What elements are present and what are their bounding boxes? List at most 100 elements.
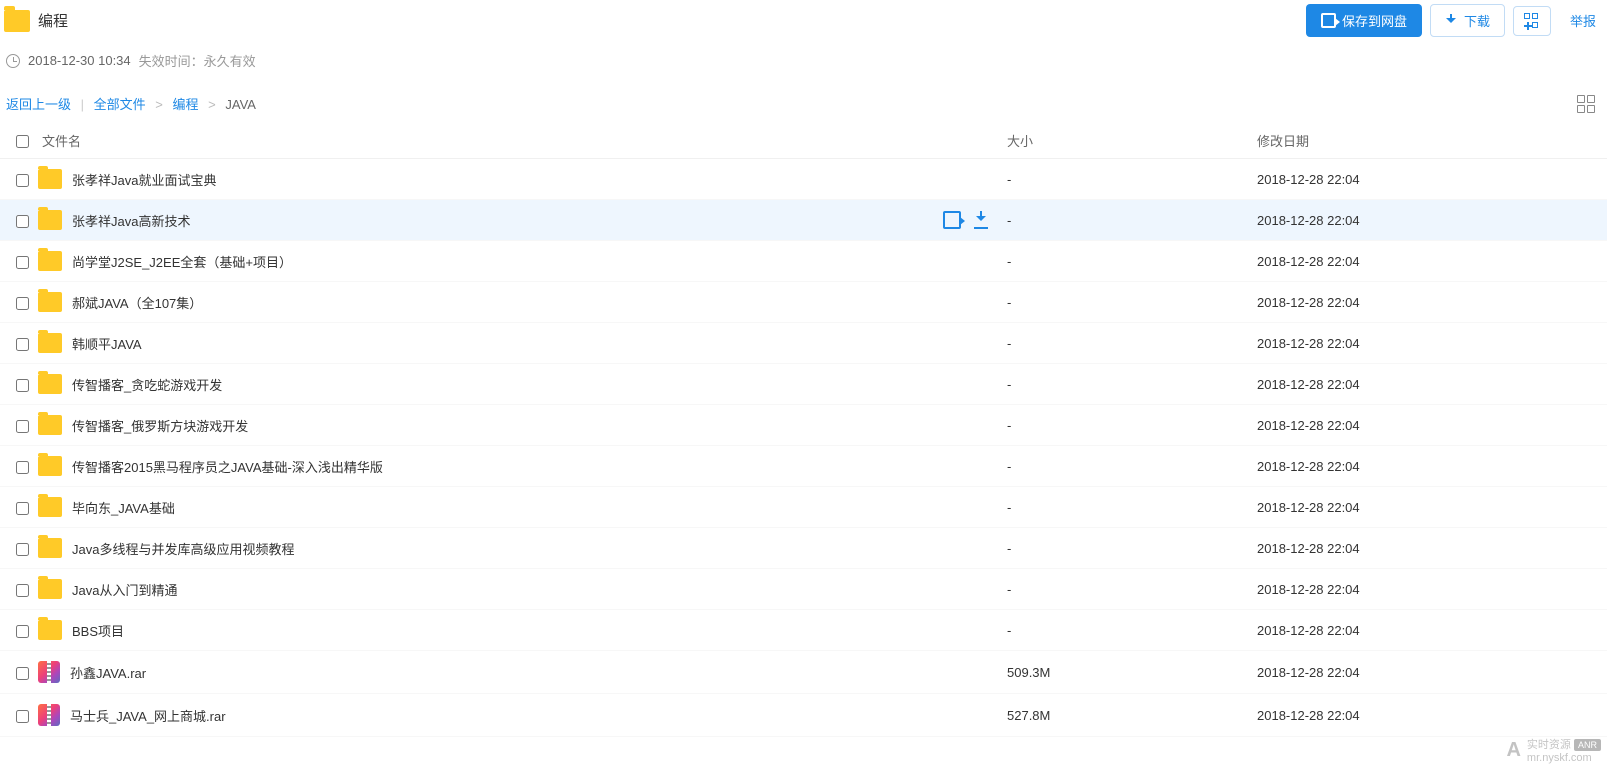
- file-date: 2018-12-28 22:04: [1257, 708, 1607, 723]
- table-row[interactable]: 尚学堂J2SE_J2EE全套（基础+项目）-2018-12-28 22:04: [0, 241, 1607, 282]
- file-date: 2018-12-28 22:04: [1257, 377, 1607, 392]
- col-date-header[interactable]: 修改日期: [1257, 131, 1607, 150]
- file-name[interactable]: 传智播客2015黑马程序员之JAVA基础-深入浅出精华版: [72, 457, 383, 476]
- download-button[interactable]: 下载: [1430, 4, 1505, 37]
- col-size-header[interactable]: 大小: [1007, 131, 1257, 150]
- file-name[interactable]: 郝斌JAVA（全107集）: [72, 293, 202, 312]
- row-checkbox[interactable]: [16, 710, 29, 723]
- file-size: -: [1007, 213, 1257, 228]
- download-button-label: 下载: [1464, 11, 1490, 30]
- row-checkbox[interactable]: [16, 174, 29, 187]
- parent-folder-link[interactable]: 编程: [173, 97, 199, 112]
- row-checkbox[interactable]: [16, 584, 29, 597]
- file-date: 2018-12-28 22:04: [1257, 418, 1607, 433]
- meta-expire: 失效时间：永久有效: [139, 51, 256, 70]
- folder-icon: [38, 374, 62, 394]
- file-name[interactable]: Java多线程与并发库高级应用视频教程: [72, 539, 294, 558]
- table-row[interactable]: 张孝祥Java高新技术 -2018-12-28 22:04: [0, 200, 1607, 241]
- file-name[interactable]: 毕向东_JAVA基础: [72, 498, 175, 517]
- file-name[interactable]: Java从入门到精通: [72, 580, 177, 599]
- back-link[interactable]: 返回上一级: [6, 97, 71, 112]
- report-button-label: 举报: [1570, 11, 1596, 30]
- file-date: 2018-12-28 22:04: [1257, 623, 1607, 638]
- file-size: -: [1007, 172, 1257, 187]
- file-date: 2018-12-28 22:04: [1257, 665, 1607, 680]
- file-date: 2018-12-28 22:04: [1257, 213, 1607, 228]
- file-size: 509.3M: [1007, 665, 1257, 680]
- app-button[interactable]: [1513, 6, 1551, 36]
- file-size: -: [1007, 500, 1257, 515]
- file-date: 2018-12-28 22:04: [1257, 500, 1607, 515]
- file-name[interactable]: 韩顺平JAVA: [72, 334, 142, 353]
- file-name[interactable]: 尚学堂J2SE_J2EE全套（基础+项目）: [72, 252, 292, 271]
- folder-icon: [38, 415, 62, 435]
- top-bar: 编程 保存到网盘 下载 举报: [0, 0, 1607, 41]
- table-row[interactable]: BBS项目-2018-12-28 22:04: [0, 610, 1607, 651]
- page-title: 编程: [38, 10, 68, 31]
- file-size: -: [1007, 418, 1257, 433]
- meta-bar: 2018-12-30 10:34 失效时间：永久有效: [0, 41, 1607, 88]
- file-name[interactable]: BBS项目: [72, 621, 124, 640]
- share-time: 2018-12-30 10:34: [28, 53, 131, 68]
- file-date: 2018-12-28 22:04: [1257, 295, 1607, 310]
- save-to-disk-button[interactable]: 保存到网盘: [1306, 4, 1422, 37]
- table-row[interactable]: Java从入门到精通 -2018-12-28 22:04: [0, 569, 1607, 610]
- row-checkbox[interactable]: [16, 667, 29, 680]
- file-size: -: [1007, 336, 1257, 351]
- table-row[interactable]: 毕向东_JAVA基础 -2018-12-28 22:04: [0, 487, 1607, 528]
- table-row[interactable]: 传智播客_贪吃蛇游戏开发-2018-12-28 22:04: [0, 364, 1607, 405]
- all-files-link[interactable]: 全部文件: [94, 97, 146, 112]
- grid-view-toggle[interactable]: [1577, 95, 1595, 113]
- folder-icon: [38, 538, 62, 558]
- file-name[interactable]: 马士兵_JAVA_网上商城.rar: [70, 706, 226, 725]
- save-button-label: 保存到网盘: [1342, 11, 1407, 30]
- folder-icon: [38, 456, 62, 476]
- file-name[interactable]: 传智播客_贪吃蛇游戏开发: [72, 375, 222, 394]
- row-checkbox[interactable]: [16, 461, 29, 474]
- save-icon: [1321, 13, 1336, 28]
- report-button[interactable]: 举报: [1559, 4, 1607, 37]
- row-checkbox[interactable]: [16, 379, 29, 392]
- select-all-checkbox[interactable]: [16, 135, 29, 148]
- download-icon: [1445, 14, 1458, 27]
- file-size: -: [1007, 295, 1257, 310]
- file-date: 2018-12-28 22:04: [1257, 336, 1607, 351]
- row-checkbox[interactable]: [16, 297, 29, 310]
- file-size: -: [1007, 582, 1257, 597]
- share-icon[interactable]: [943, 211, 961, 229]
- col-name-header[interactable]: 文件名: [38, 131, 1007, 150]
- archive-icon: [38, 661, 60, 683]
- file-name[interactable]: 张孝祥Java就业面试宝典: [72, 170, 216, 189]
- file-date: 2018-12-28 22:04: [1257, 582, 1607, 597]
- file-size: 527.8M: [1007, 708, 1257, 723]
- row-checkbox[interactable]: [16, 502, 29, 515]
- table-row[interactable]: 张孝祥Java就业面试宝典-2018-12-28 22:04: [0, 159, 1607, 200]
- row-checkbox[interactable]: [16, 215, 29, 228]
- file-name[interactable]: 孙鑫JAVA.rar: [70, 663, 146, 682]
- table-row[interactable]: 马士兵_JAVA_网上商城.rar 527.8M2018-12-28 22:04: [0, 694, 1607, 737]
- row-checkbox[interactable]: [16, 256, 29, 269]
- table-row[interactable]: 传智播客_俄罗斯方块游戏开发 -2018-12-28 22:04: [0, 405, 1607, 446]
- row-checkbox[interactable]: [16, 338, 29, 351]
- table-header: 文件名 大小 修改日期: [0, 123, 1607, 159]
- table-row[interactable]: 韩顺平JAVA -2018-12-28 22:04: [0, 323, 1607, 364]
- folder-icon: [38, 251, 62, 271]
- table-row[interactable]: Java多线程与并发库高级应用视频教程-2018-12-28 22:04: [0, 528, 1607, 569]
- folder-icon: [38, 620, 62, 640]
- breadcrumb: 返回上一级 | 全部文件 > 编程 > JAVA: [6, 94, 256, 113]
- row-actions: [943, 211, 991, 229]
- folder-icon: [38, 292, 62, 312]
- row-checkbox[interactable]: [16, 543, 29, 556]
- file-size: -: [1007, 254, 1257, 269]
- folder-icon: [38, 169, 62, 189]
- table-row[interactable]: 传智播客2015黑马程序员之JAVA基础-深入浅出精华版-2018-12-28 …: [0, 446, 1607, 487]
- row-checkbox[interactable]: [16, 625, 29, 638]
- clock-icon: [6, 54, 20, 68]
- download-icon[interactable]: [973, 211, 991, 229]
- table-row[interactable]: 孙鑫JAVA.rar 509.3M2018-12-28 22:04: [0, 651, 1607, 694]
- table-row[interactable]: 郝斌JAVA（全107集） -2018-12-28 22:04: [0, 282, 1607, 323]
- file-size: -: [1007, 459, 1257, 474]
- row-checkbox[interactable]: [16, 420, 29, 433]
- file-name[interactable]: 传智播客_俄罗斯方块游戏开发: [72, 416, 248, 435]
- file-name[interactable]: 张孝祥Java高新技术: [72, 211, 190, 230]
